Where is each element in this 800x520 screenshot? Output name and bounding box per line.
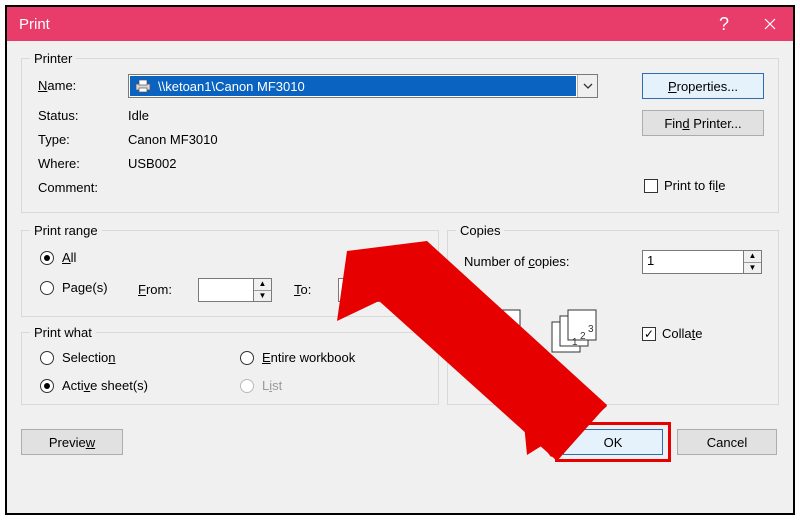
collate-checkbox[interactable]: ✓ Collate <box>642 326 702 341</box>
where-label: Where: <box>38 156 80 171</box>
svg-text:1: 1 <box>572 337 578 348</box>
printer-icon <box>134 79 152 93</box>
cancel-button[interactable]: Cancel <box>677 429 777 455</box>
type-label: Type: <box>38 132 70 147</box>
type-value: Canon MF3010 <box>128 132 218 147</box>
where-value: USB002 <box>128 156 176 171</box>
copies-group-label: Copies <box>456 223 504 238</box>
status-label: Status: <box>38 108 78 123</box>
print-range-group: Print range All Page(s) From: ▲▼ To: ▲▼ <box>21 223 439 317</box>
checkbox-box <box>644 179 658 193</box>
num-copies-input[interactable]: 1 <box>642 250 744 274</box>
pw-active-sheets-radio[interactable]: Active sheet(s) <box>40 378 148 393</box>
name-label: Name: <box>38 78 76 93</box>
range-pages-radio[interactable]: Page(s) <box>40 280 108 295</box>
svg-text:3: 3 <box>588 324 594 335</box>
to-input[interactable] <box>338 278 394 302</box>
to-spin[interactable]: ▲▼ <box>338 278 412 302</box>
svg-text:2: 2 <box>504 331 510 342</box>
spin-arrows[interactable]: ▲▼ <box>394 278 412 302</box>
from-label: From: <box>138 282 172 297</box>
print-to-file-checkbox[interactable]: Print to file <box>644 178 725 193</box>
print-to-file-label: Print to file <box>664 178 725 193</box>
to-label: To: <box>294 282 311 297</box>
status-value: Idle <box>128 108 149 123</box>
annotation-highlight <box>555 422 671 462</box>
print-what-group-label: Print what <box>30 325 96 340</box>
collate-icon-1: 1 2 3 <box>472 308 530 356</box>
help-button[interactable]: ? <box>701 7 747 41</box>
from-input[interactable] <box>198 278 254 302</box>
window-title: Print <box>7 16 50 33</box>
chevron-down-icon <box>583 83 593 89</box>
svg-text:3: 3 <box>512 324 518 335</box>
close-icon <box>764 18 776 30</box>
comment-label: Comment: <box>38 180 98 195</box>
find-printer-button[interactable]: Find Printer... <box>642 110 764 136</box>
svg-text:1: 1 <box>496 337 502 348</box>
title-bar: Print ? <box>7 7 793 41</box>
collate-label: Collate <box>662 326 702 341</box>
pw-selection-radio[interactable]: Selection <box>40 350 115 365</box>
spin-arrows[interactable]: ▲▼ <box>744 250 762 274</box>
print-range-group-label: Print range <box>30 223 102 238</box>
combo-dropdown-button[interactable] <box>577 75 597 97</box>
dialog-body: Printer Name: \\ketoan1\Canon MF3010 Sta… <box>7 41 793 513</box>
print-what-group: Print what Selection Active sheet(s) Ent… <box>21 325 439 405</box>
num-copies-label: Number of copies: <box>464 254 570 269</box>
spin-arrows[interactable]: ▲▼ <box>254 278 272 302</box>
printer-group-label: Printer <box>30 51 76 66</box>
from-spin[interactable]: ▲▼ <box>198 278 272 302</box>
preview-button[interactable]: Preview <box>21 429 123 455</box>
printer-group: Printer Name: \\ketoan1\Canon MF3010 Sta… <box>21 51 779 213</box>
range-all-radio[interactable]: All <box>40 250 76 265</box>
pw-entire-workbook-radio[interactable]: Entire workbook <box>240 350 355 365</box>
svg-text:2: 2 <box>580 331 586 342</box>
close-button[interactable] <box>747 7 793 41</box>
printer-name-value: \\ketoan1\Canon MF3010 <box>158 79 305 94</box>
properties-button[interactable]: Properties... <box>642 73 764 99</box>
pw-list-radio: List <box>240 378 282 393</box>
copies-group: Copies Number of copies: 1 ▲▼ 1 2 3 1 2 <box>447 223 779 405</box>
num-copies-spin[interactable]: 1 ▲▼ <box>642 250 762 274</box>
printer-name-combo[interactable]: \\ketoan1\Canon MF3010 <box>128 74 598 98</box>
checkbox-box: ✓ <box>642 327 656 341</box>
collate-icon-2: 1 2 3 <box>548 308 606 356</box>
